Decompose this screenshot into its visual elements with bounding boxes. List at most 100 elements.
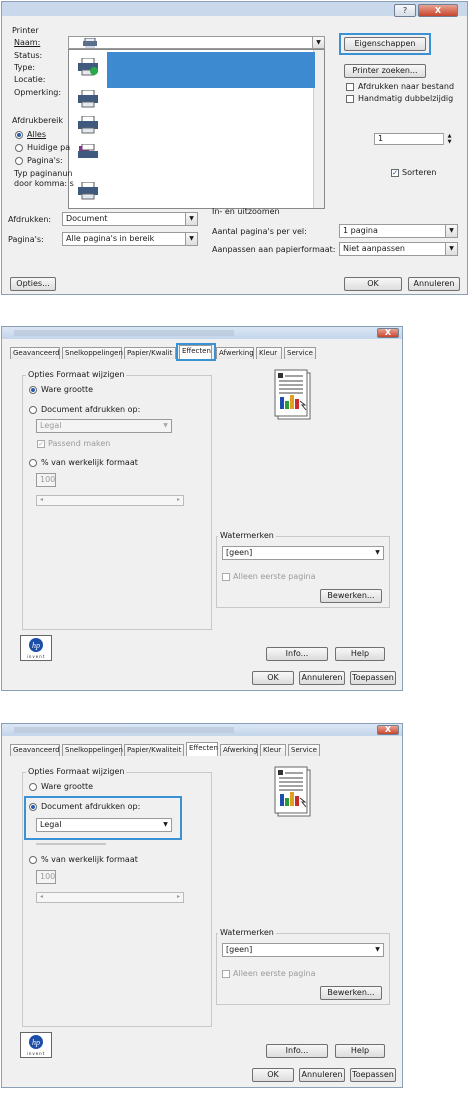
zoom-group-label: In- en uitzoomen bbox=[212, 207, 280, 216]
tab-paper-quality[interactable]: Papier/Kwaliteit bbox=[124, 744, 184, 756]
print-what-select[interactable]: Document ▼ bbox=[62, 212, 198, 226]
info-button[interactable]: Info... bbox=[266, 1044, 328, 1058]
watermark-select[interactable]: [geen] ▼ bbox=[222, 943, 384, 957]
edit-watermark-button[interactable]: Bewerken... bbox=[320, 986, 382, 1000]
tab-paper-quality[interactable]: Papier/Kwalit bbox=[124, 347, 176, 359]
pages-select[interactable]: Alle pagina's in bereik ▼ bbox=[62, 232, 198, 246]
paper-size-select[interactable]: Legal ▼ bbox=[36, 419, 172, 433]
print-on-label: Document afdrukken op: bbox=[41, 802, 141, 811]
print-what-label: Afdrukken: bbox=[8, 215, 52, 224]
printer-icon[interactable] bbox=[77, 57, 99, 76]
slider-left-arrow-icon[interactable]: ◂ bbox=[40, 496, 43, 504]
cancel-button[interactable]: Annuleren bbox=[299, 1068, 345, 1082]
tab-service[interactable]: Service bbox=[288, 744, 320, 756]
percent-radio[interactable] bbox=[29, 856, 37, 864]
cancel-button[interactable]: Annuleren bbox=[299, 671, 345, 685]
slider-right-arrow-icon[interactable]: ▸ bbox=[177, 893, 180, 901]
tab-effects[interactable]: Effecten bbox=[186, 742, 218, 756]
find-printer-button[interactable]: Printer zoeken... bbox=[344, 64, 426, 78]
tab-advanced[interactable]: Geavanceerd bbox=[10, 744, 60, 756]
chevron-down-icon[interactable]: ▼ bbox=[445, 225, 457, 237]
help-button[interactable]: Help bbox=[335, 647, 385, 661]
range-pages-radio[interactable] bbox=[15, 157, 23, 165]
selected-printer-row[interactable] bbox=[107, 52, 315, 88]
print-on-radio[interactable] bbox=[29, 803, 37, 811]
help-button[interactable]: Help bbox=[335, 1044, 385, 1058]
pages-per-sheet-label: Aantal pagina's per vel: bbox=[212, 227, 307, 236]
chevron-down-icon[interactable]: ▼ bbox=[185, 213, 197, 225]
tab-finishing[interactable]: Afwerking bbox=[216, 347, 254, 359]
ok-button[interactable]: OK bbox=[344, 277, 402, 291]
scale-select[interactable]: Niet aanpassen ▼ bbox=[339, 242, 458, 256]
printer-dropdown-list[interactable] bbox=[68, 49, 325, 209]
pages-per-sheet-value: 1 pagina bbox=[343, 226, 378, 235]
printer-icon[interactable] bbox=[77, 181, 99, 200]
percent-input[interactable]: 100 bbox=[36, 870, 56, 884]
printer-icon[interactable] bbox=[77, 89, 99, 108]
range-group-label: Afdrukbereik bbox=[12, 116, 63, 125]
percent-slider[interactable]: ◂ ▸ bbox=[36, 495, 184, 506]
page-preview bbox=[272, 367, 314, 423]
first-page-only-checkbox[interactable] bbox=[222, 970, 230, 978]
percent-input[interactable]: 100 bbox=[36, 473, 56, 487]
chevron-down-icon[interactable]: ▼ bbox=[160, 819, 171, 831]
slider-right-arrow-icon[interactable]: ▸ bbox=[177, 496, 180, 504]
tab-service[interactable]: Service bbox=[284, 347, 316, 359]
fit-checkbox[interactable]: ✓ bbox=[37, 440, 45, 448]
cancel-button[interactable]: Annuleren bbox=[408, 277, 460, 291]
ok-button[interactable]: OK bbox=[252, 1068, 294, 1082]
chevron-down-icon[interactable]: ▼ bbox=[372, 944, 383, 956]
tab-shortcuts[interactable]: Snelkoppelingen bbox=[62, 744, 123, 756]
paper-size-select[interactable]: Legal ▼ bbox=[36, 818, 172, 832]
actual-size-radio[interactable] bbox=[29, 386, 37, 394]
percent-slider[interactable]: ◂ ▸ bbox=[36, 892, 184, 903]
percent-label: % van werkelijk formaat bbox=[41, 855, 138, 864]
tab-color[interactable]: Kleur bbox=[260, 744, 286, 756]
fax-icon[interactable] bbox=[77, 143, 99, 160]
chevron-down-icon[interactable]: ▼ bbox=[445, 243, 457, 255]
watermark-select[interactable]: [geen] ▼ bbox=[222, 546, 384, 560]
logo-text: hp bbox=[32, 1038, 40, 1047]
printer-icon[interactable] bbox=[77, 115, 99, 134]
close-button[interactable]: X bbox=[377, 328, 399, 338]
edit-watermark-button[interactable]: Bewerken... bbox=[320, 589, 382, 603]
tab-advanced[interactable]: Geavanceerd bbox=[10, 347, 60, 359]
chevron-down-icon[interactable]: ▼ bbox=[372, 547, 383, 559]
first-page-only-label: Alleen eerste pagina bbox=[233, 572, 316, 581]
tab-color[interactable]: Kleur bbox=[256, 347, 282, 359]
range-pages-label: Pagina's: bbox=[27, 156, 63, 165]
properties-dialog: X Geavanceerd Snelkoppelingen Papier/Kwa… bbox=[1, 723, 403, 1088]
collate-checkbox[interactable]: ✓ bbox=[391, 169, 399, 177]
titlebar-blurred-text bbox=[14, 727, 234, 733]
slider-left-arrow-icon[interactable]: ◂ bbox=[40, 893, 43, 901]
close-button[interactable]: X bbox=[377, 725, 399, 735]
ok-button[interactable]: OK bbox=[252, 671, 294, 685]
apply-button[interactable]: Toepassen bbox=[350, 671, 396, 685]
help-button[interactable]: ? bbox=[394, 4, 416, 17]
chevron-down-icon[interactable]: ▼ bbox=[160, 420, 171, 432]
range-current-radio[interactable] bbox=[15, 144, 23, 152]
print-to-file-checkbox[interactable] bbox=[346, 83, 354, 91]
range-all-radio[interactable] bbox=[15, 131, 23, 139]
first-page-only-checkbox[interactable] bbox=[222, 573, 230, 581]
manual-duplex-checkbox[interactable] bbox=[346, 95, 354, 103]
percent-radio[interactable] bbox=[29, 459, 37, 467]
properties-button[interactable]: Eigenschappen bbox=[344, 37, 426, 51]
print-on-radio[interactable] bbox=[29, 406, 37, 414]
chevron-down-icon[interactable]: ▼ bbox=[185, 233, 197, 245]
options-button[interactable]: Opties... bbox=[10, 277, 56, 291]
actual-size-radio[interactable] bbox=[29, 783, 37, 791]
chevron-down-icon[interactable]: ▼ bbox=[312, 37, 324, 48]
tab-finishing[interactable]: Afwerking bbox=[220, 744, 258, 756]
printer-name-select[interactable]: ▼ bbox=[68, 36, 325, 49]
pages-per-sheet-select[interactable]: 1 pagina ▼ bbox=[339, 224, 458, 238]
manual-duplex-label: Handmatig dubbelzijdig bbox=[358, 94, 454, 103]
copies-spinner[interactable]: ▲ ▼ bbox=[443, 133, 455, 145]
tab-shortcuts[interactable]: Snelkoppelingen bbox=[62, 347, 123, 359]
location-label: Locatie: bbox=[14, 75, 46, 84]
logo-text: hp bbox=[32, 641, 40, 650]
apply-button[interactable]: Toepassen bbox=[350, 1068, 396, 1082]
info-button[interactable]: Info... bbox=[266, 647, 328, 661]
copies-input[interactable]: 1 bbox=[374, 133, 454, 145]
close-button[interactable]: X bbox=[418, 4, 458, 17]
